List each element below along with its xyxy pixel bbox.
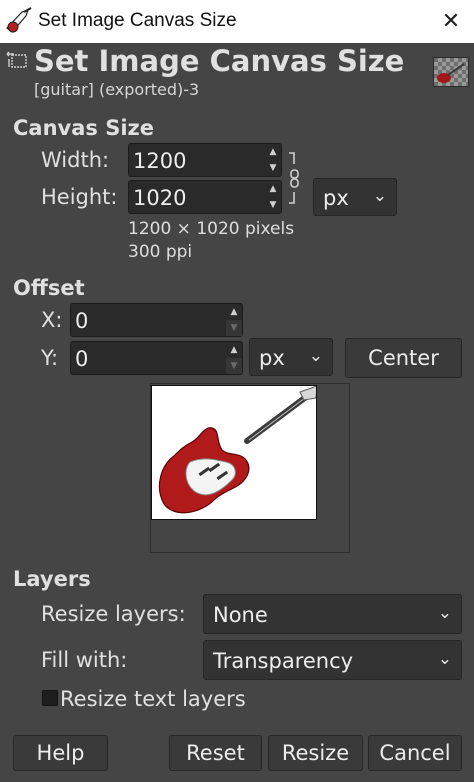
close-icon: ✕ bbox=[441, 9, 461, 34]
y-offset-input[interactable]: 0 ▲ ▼ bbox=[70, 341, 243, 375]
canvas-pixel-info: 1200 × 1020 pixels bbox=[128, 219, 295, 239]
fill-with-label: Fill with: bbox=[41, 648, 128, 672]
y-offset-value: 0 bbox=[75, 347, 89, 371]
fill-with-select[interactable]: Transparency ⌄ bbox=[203, 640, 462, 680]
x-offset-input[interactable]: 0 ▲ ▼ bbox=[70, 303, 243, 337]
x-decrement-icon[interactable]: ▼ bbox=[226, 320, 242, 336]
cancel-button[interactable]: Cancel bbox=[368, 735, 462, 771]
resize-layers-select[interactable]: None ⌄ bbox=[203, 594, 462, 634]
guitar-image bbox=[159, 386, 316, 514]
image-preview[interactable] bbox=[151, 385, 317, 520]
height-spinner[interactable]: ▲ ▼ bbox=[265, 181, 281, 213]
chevron-down-icon: ⌄ bbox=[308, 346, 323, 366]
offset-unit-select[interactable]: px ⌄ bbox=[249, 338, 333, 376]
width-input[interactable]: 1200 ▲ ▼ bbox=[128, 143, 282, 177]
resize-text-layers-checkbox[interactable] bbox=[42, 690, 58, 706]
canvas-size-icon bbox=[6, 51, 27, 68]
help-button[interactable]: Help bbox=[13, 735, 108, 771]
resize-layers-label: Resize layers: bbox=[41, 602, 186, 626]
height-decrement-icon[interactable]: ▼ bbox=[265, 197, 281, 213]
close-button[interactable]: ✕ bbox=[428, 0, 474, 43]
layers-section-label: Layers bbox=[13, 567, 91, 591]
image-name: [guitar] (exported)-3 bbox=[34, 80, 200, 99]
width-value: 1200 bbox=[133, 149, 187, 173]
x-offset-label: X: bbox=[41, 308, 63, 332]
y-offset-label: Y: bbox=[41, 346, 59, 370]
window-title: Set Image Canvas Size bbox=[38, 10, 237, 31]
height-label: Height: bbox=[41, 185, 118, 209]
offset-section-label: Offset bbox=[13, 276, 85, 300]
image-thumbnail bbox=[433, 57, 469, 87]
chevron-down-icon: ⌄ bbox=[372, 186, 387, 206]
resize-button[interactable]: Resize bbox=[268, 735, 363, 771]
height-input[interactable]: 1020 ▲ ▼ bbox=[128, 180, 282, 214]
chain-link-icon[interactable] bbox=[287, 150, 303, 206]
offset-unit-value: px bbox=[259, 346, 285, 370]
x-offset-value: 0 bbox=[75, 309, 89, 333]
x-increment-icon[interactable]: ▲ bbox=[226, 304, 242, 320]
chevron-down-icon: ⌄ bbox=[437, 603, 452, 623]
y-increment-icon[interactable]: ▲ bbox=[226, 342, 242, 358]
window-titlebar: Set Image Canvas Size ✕ bbox=[0, 0, 474, 43]
guitar-thumbnail-icon bbox=[437, 63, 465, 83]
width-increment-icon[interactable]: ▲ bbox=[265, 144, 281, 160]
y-decrement-icon[interactable]: ▼ bbox=[226, 358, 242, 374]
resize-text-layers-label[interactable]: Resize text layers bbox=[60, 687, 246, 711]
resize-layers-value: None bbox=[213, 603, 268, 627]
width-decrement-icon[interactable]: ▼ bbox=[265, 160, 281, 176]
height-increment-icon[interactable]: ▲ bbox=[265, 181, 281, 197]
width-spinner[interactable]: ▲ ▼ bbox=[265, 144, 281, 176]
width-label: Width: bbox=[41, 148, 110, 172]
canvas-ppi-info: 300 ppi bbox=[128, 242, 193, 262]
chevron-down-icon: ⌄ bbox=[437, 649, 452, 669]
dialog-title: Set Image Canvas Size bbox=[34, 44, 405, 78]
canvas-size-section-label: Canvas Size bbox=[13, 116, 154, 140]
gimp-app-icon bbox=[6, 7, 32, 33]
x-offset-spinner[interactable]: ▲ ▼ bbox=[226, 304, 242, 336]
center-button[interactable]: Center bbox=[345, 338, 462, 378]
canvas-unit-value: px bbox=[323, 186, 349, 210]
y-offset-spinner[interactable]: ▲ ▼ bbox=[226, 342, 242, 374]
height-value: 1020 bbox=[133, 186, 187, 210]
reset-button[interactable]: Reset bbox=[169, 735, 262, 771]
canvas-unit-select[interactable]: px ⌄ bbox=[313, 178, 397, 216]
fill-with-value: Transparency bbox=[213, 649, 354, 673]
